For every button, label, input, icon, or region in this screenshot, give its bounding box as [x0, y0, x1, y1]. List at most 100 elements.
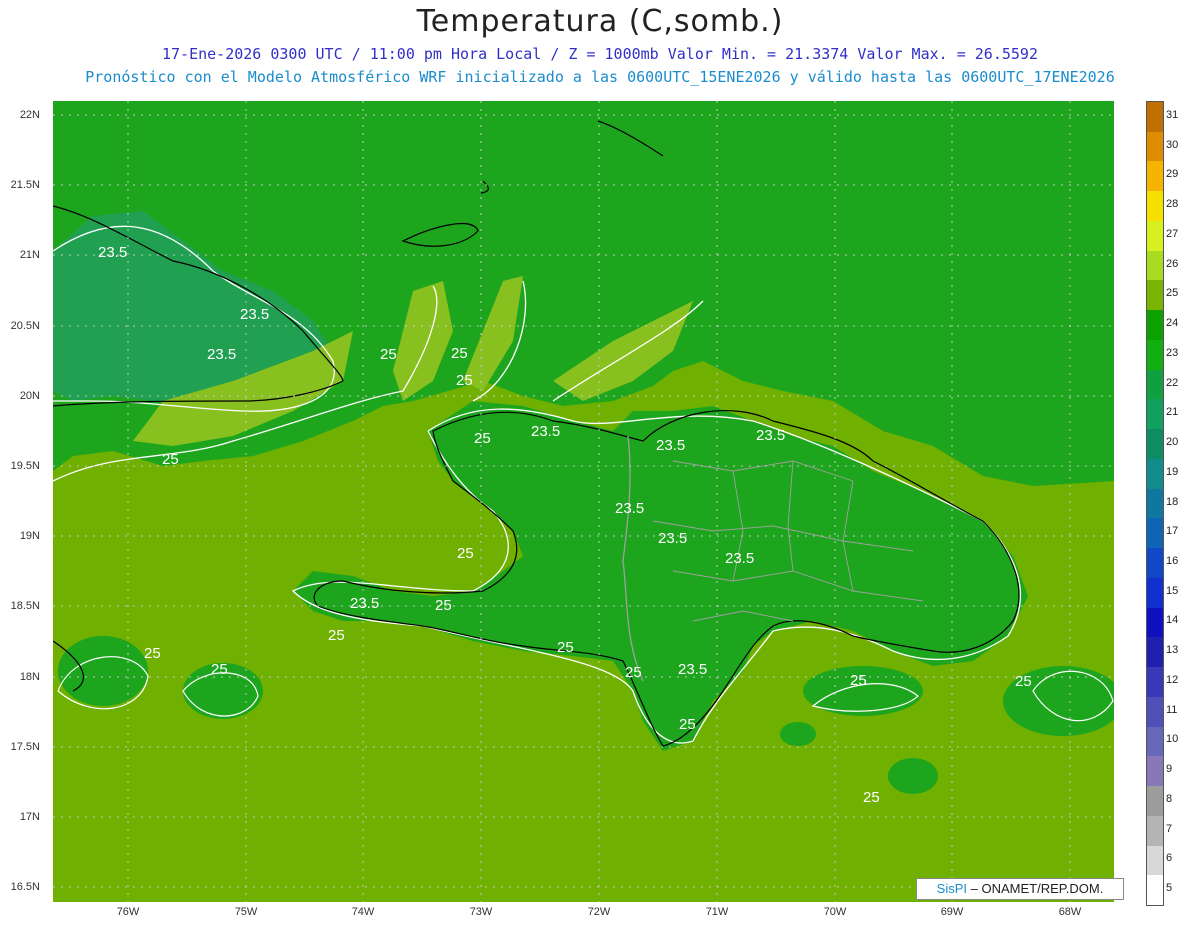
- colorbar-swatch: [1147, 102, 1163, 133]
- contour-label: 25: [328, 627, 345, 644]
- colorbar-label: 17: [1166, 525, 1179, 538]
- contour-label: 25: [1015, 673, 1032, 690]
- contour-label: 23.5: [350, 595, 379, 612]
- lat-label: 20.5N: [10, 320, 40, 332]
- lat-label: 22N: [19, 109, 40, 121]
- lon-label: 74W: [351, 906, 375, 918]
- colorbar-label: 5: [1166, 882, 1173, 895]
- colorbar-label: 24: [1166, 317, 1179, 330]
- credit-box: SisPI – ONAMET/REP.DOM.: [916, 878, 1124, 900]
- colorbar-label: 8: [1166, 792, 1173, 805]
- lat-label: 21N: [19, 249, 40, 261]
- colorbar-swatch: [1147, 756, 1163, 787]
- colorbar-swatch: [1147, 339, 1163, 371]
- contour-label: 25: [380, 346, 397, 363]
- lon-label: 72W: [587, 906, 611, 918]
- cool-blob: [780, 722, 816, 746]
- colorbar-label: 30: [1166, 138, 1179, 151]
- colorbar-label: 28: [1166, 198, 1179, 211]
- colorbar: [1146, 101, 1164, 906]
- contour-label: 23.5: [725, 550, 754, 567]
- contour-label: 23.5: [615, 500, 644, 517]
- lon-label: 76W: [116, 906, 140, 918]
- lat-label: 17N: [19, 811, 40, 823]
- lon-label: 68W: [1058, 906, 1082, 918]
- colorbar-label: 23: [1166, 346, 1179, 359]
- lat-label: 16.5N: [10, 881, 40, 893]
- contour-label: 23.5: [656, 437, 685, 454]
- contour-label: 25: [457, 545, 474, 562]
- contour-label: 23.5: [756, 427, 785, 444]
- colorbar-swatch: [1147, 220, 1163, 252]
- colorbar-swatch: [1147, 548, 1163, 579]
- temperature-map: 23.5 23.5 23.5 25 25 25 23.5 23.5 23.5 2…: [52, 101, 1123, 902]
- colorbar-swatch: [1147, 369, 1163, 400]
- contour-label: 23.5: [678, 661, 707, 678]
- colorbar-swatch: [1147, 131, 1163, 162]
- colorbar-swatch: [1147, 607, 1163, 638]
- lon-label: 69W: [940, 906, 964, 918]
- lon-label: 71W: [705, 906, 729, 918]
- colorbar-swatch: [1147, 875, 1163, 906]
- lon-label: 73W: [469, 906, 493, 918]
- colorbar-label: 26: [1166, 257, 1179, 270]
- credit-brand: SisPI: [936, 881, 968, 896]
- colorbar-label: 22: [1166, 376, 1179, 389]
- colorbar-swatch: [1147, 250, 1163, 281]
- contour-label: 25: [625, 664, 642, 681]
- lat-label: 19.5N: [10, 460, 40, 472]
- lat-label: 19N: [19, 530, 40, 542]
- contour-label: 23.5: [658, 530, 687, 547]
- contour-label: 25: [435, 597, 452, 614]
- colorbar-swatch: [1147, 429, 1163, 460]
- colorbar-label: 13: [1166, 644, 1179, 657]
- map-subtitle-time: 17-Ene-2026 0300 UTC / 11:00 pm Hora Loc…: [162, 45, 1038, 63]
- lon-label: 75W: [234, 906, 258, 918]
- lat-label: 21.5N: [10, 179, 40, 191]
- colorbar-swatch: [1147, 815, 1163, 846]
- map-subtitle-model: Pronóstico con el Modelo Atmosférico WRF…: [85, 68, 1115, 86]
- colorbar-label: 6: [1166, 852, 1173, 865]
- contour-label: 25: [474, 430, 491, 447]
- temperature-map-canvas: 23.5 23.5 23.5 25 25 25 23.5 23.5 23.5 2…: [52, 101, 1123, 902]
- colorbar-swatch: [1147, 637, 1163, 668]
- contour-label: 25: [456, 372, 473, 389]
- colorbar-label: 14: [1166, 614, 1179, 627]
- colorbar-label: 7: [1166, 822, 1173, 835]
- colorbar-label: 19: [1166, 465, 1179, 478]
- colorbar-label: 31: [1166, 108, 1179, 121]
- colorbar-swatch: [1147, 310, 1163, 341]
- colorbar-swatch: [1147, 161, 1163, 192]
- lat-label: 18.5N: [10, 600, 40, 612]
- colorbar-swatch: [1147, 518, 1163, 549]
- credit-text: – ONAMET/REP.DOM.: [967, 881, 1104, 896]
- colorbar-label: 20: [1166, 436, 1179, 449]
- lon-label: 70W: [823, 906, 847, 918]
- contour-label: 23.5: [98, 244, 127, 261]
- colorbar-label: 27: [1166, 227, 1179, 240]
- colorbar-swatch: [1147, 786, 1163, 817]
- colorbar-swatch: [1147, 488, 1163, 519]
- contour-label: 23.5: [531, 423, 560, 440]
- contour-label: 25: [557, 639, 574, 656]
- contour-label: 23.5: [207, 346, 236, 363]
- contour-label: 25: [211, 661, 228, 678]
- colorbar-label: 15: [1166, 584, 1179, 597]
- colorbar-swatch: [1147, 458, 1163, 490]
- colorbar-label: 16: [1166, 554, 1179, 567]
- colorbar-swatch: [1147, 696, 1163, 728]
- colorbar-swatch: [1147, 726, 1163, 757]
- lat-label: 18N: [19, 671, 40, 683]
- cool-blob: [888, 758, 938, 794]
- colorbar-label: 29: [1166, 168, 1179, 181]
- contour-label: 25: [679, 716, 696, 733]
- colorbar-swatch: [1147, 280, 1163, 311]
- colorbar-swatch: [1147, 577, 1163, 609]
- colorbar-swatch: [1147, 845, 1163, 876]
- colorbar-label: 10: [1166, 733, 1179, 746]
- contour-label: 25: [850, 672, 867, 689]
- colorbar-swatch: [1147, 191, 1163, 222]
- colorbar-label: 21: [1166, 406, 1179, 419]
- colorbar-label: 12: [1166, 673, 1179, 686]
- colorbar-label: 25: [1166, 287, 1179, 300]
